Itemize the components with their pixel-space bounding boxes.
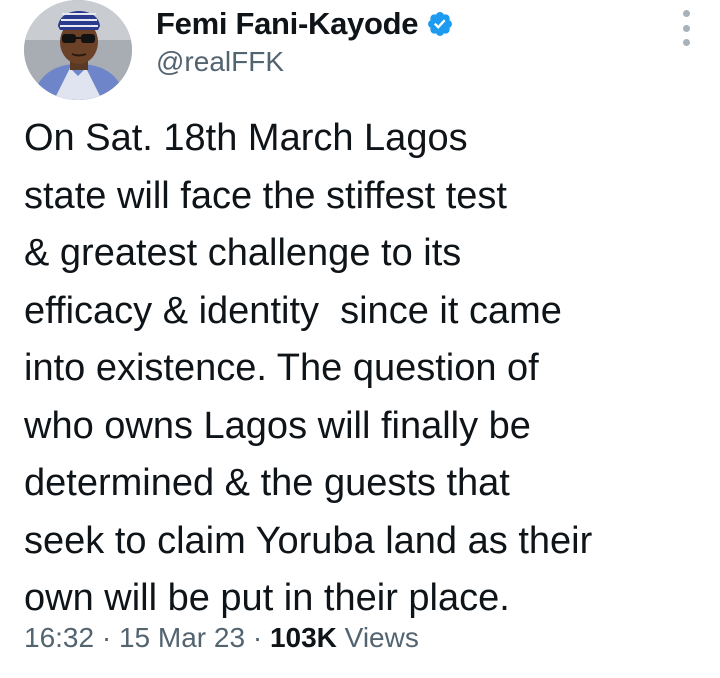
- more-options-button[interactable]: [678, 10, 694, 46]
- meta-separator: ·: [245, 622, 270, 653]
- more-vertical-icon-dot: [682, 39, 690, 46]
- display-name[interactable]: Femi Fani-Kayode: [156, 6, 419, 42]
- tweet-text-line: who owns Lagos will finally be: [24, 404, 531, 447]
- views-label: Views: [336, 622, 419, 653]
- tweet-text-line: seek to claim Yoruba land as their: [24, 519, 593, 562]
- user-handle[interactable]: @realFFK: [156, 46, 454, 78]
- tweet-text-line: & greatest challenge to its: [24, 232, 462, 274]
- more-vertical-icon-dot: [682, 24, 690, 32]
- views-count[interactable]: 103K: [270, 622, 337, 653]
- name-row: Femi Fani-Kayode: [156, 4, 454, 44]
- meta-separator: ·: [94, 622, 119, 653]
- tweet-text-line: own will be put in their place.: [24, 577, 510, 619]
- tweet-text-line: state will face the stiffest test: [24, 174, 507, 217]
- avatar-photo: [24, 0, 132, 100]
- verified-badge-icon: [426, 10, 454, 38]
- tweet-text-line: On Sat. 18th March Lagos: [24, 117, 468, 159]
- tweet-text-line: efficacy & identity since it came: [24, 289, 562, 332]
- more-vertical-icon-dot: [682, 10, 690, 17]
- avatar[interactable]: [24, 0, 132, 100]
- author-block: Femi Fani-Kayode @realFFK: [156, 4, 454, 78]
- tweet-date[interactable]: 15 Mar 23: [119, 622, 245, 653]
- tweet-time[interactable]: 16:32: [24, 622, 94, 653]
- tweet-text: On Sat. 18th March Lagos state will face…: [24, 110, 704, 628]
- tweet-meta: 16:32 · 15 Mar 23 · 103K Views: [24, 622, 419, 654]
- tweet-text-line: into existence. The question of: [24, 347, 539, 389]
- tweet: Femi Fani-Kayode @realFFK On Sat. 18th M…: [0, 0, 720, 678]
- tweet-text-line: determined & the guests that: [24, 462, 510, 504]
